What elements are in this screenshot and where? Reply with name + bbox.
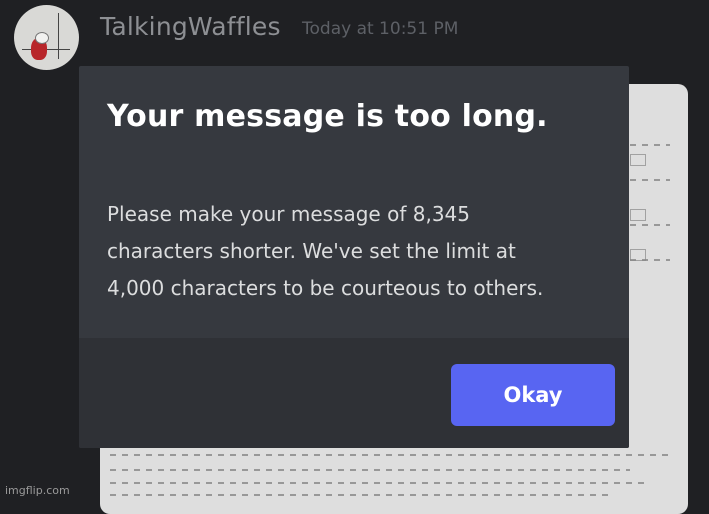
- modal-title: Your message is too long.: [107, 99, 548, 134]
- diagram-line: [110, 494, 610, 496]
- diagram-box: [630, 209, 646, 221]
- diagram-line: [110, 454, 670, 456]
- diagram-line: [630, 144, 670, 146]
- diagram-line: [630, 224, 670, 226]
- username[interactable]: TalkingWaffles: [100, 12, 281, 41]
- diagram-line: [110, 469, 630, 471]
- watermark: imgflip.com: [5, 484, 70, 497]
- avatar[interactable]: [14, 5, 79, 70]
- error-modal: Your message is too long. Please make yo…: [79, 66, 629, 448]
- okay-button[interactable]: Okay: [451, 364, 615, 426]
- modal-body-line: 4,000 characters to be courteous to othe…: [107, 276, 544, 300]
- diagram-line: [630, 179, 670, 181]
- timestamp: Today at 10:51 PM: [302, 19, 459, 39]
- modal-body-line: characters shorter. We've set the limit …: [107, 239, 516, 263]
- diagram-line: [110, 482, 650, 484]
- avatar-crosshair-vertical: [58, 13, 59, 59]
- modal-body-line: Please make your message of 8,345: [107, 202, 470, 226]
- diagram-box: [630, 249, 646, 261]
- avatar-figure-head: [35, 32, 49, 44]
- modal-body: Please make your message of 8,345 charac…: [107, 196, 607, 307]
- diagram-box: [630, 154, 646, 166]
- modal-footer: Okay: [79, 338, 629, 448]
